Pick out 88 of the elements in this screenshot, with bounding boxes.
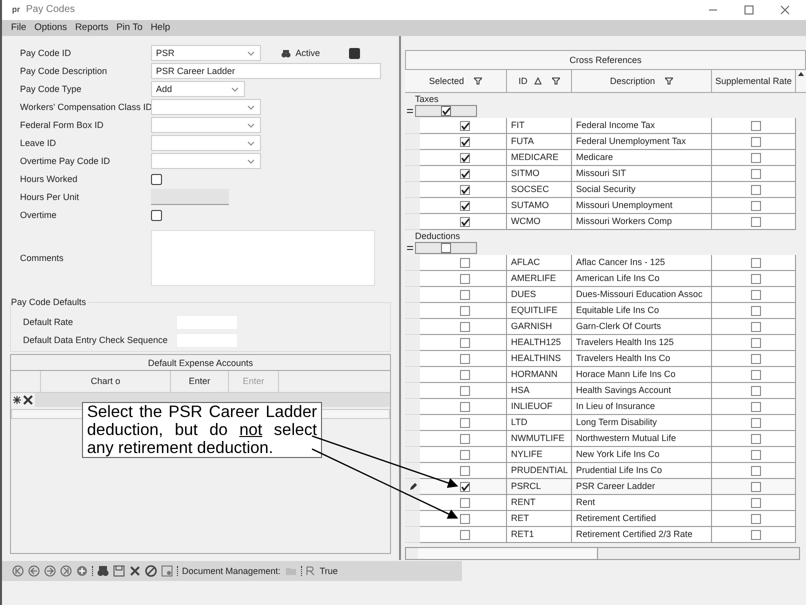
table-cell: Rent bbox=[572, 495, 712, 512]
table-cell: HORMANN bbox=[507, 367, 572, 384]
menu-item[interactable]: File bbox=[10, 22, 28, 34]
field-label: Overtime Pay Code ID bbox=[19, 156, 112, 166]
table-cell: Social Security bbox=[572, 182, 712, 198]
field-label: Hours Worked bbox=[19, 174, 78, 184]
table-cell: Prudential Life Ins Co bbox=[572, 463, 712, 480]
field-label: Pay Code Type bbox=[19, 84, 82, 94]
table-cell: RENT bbox=[507, 495, 572, 512]
table-cell: Retirement Certified 2/3 Rate bbox=[572, 527, 712, 544]
table-cell: GARNISH bbox=[507, 319, 572, 336]
field-label: Default Rate bbox=[22, 316, 74, 328]
table-cell: Equitable Life Ins Co bbox=[572, 303, 712, 320]
group-title: Taxes bbox=[415, 94, 439, 105]
field-label: Federal Form Box ID bbox=[19, 120, 105, 130]
column-header: ID bbox=[518, 76, 528, 86]
menu-item[interactable]: Reports bbox=[74, 22, 110, 34]
table-cell: WCMO bbox=[507, 214, 572, 230]
table-cell: Dues-Missouri Education Assoc bbox=[572, 287, 712, 304]
group-title: Deductions bbox=[415, 231, 460, 242]
table-cell: Long Term Disability bbox=[572, 415, 712, 432]
column-header: Supplemental Rate bbox=[715, 76, 792, 86]
table-cell: PSR Career Ladder bbox=[572, 479, 712, 496]
table-cell: MEDICARE bbox=[507, 150, 572, 166]
dropdown[interactable]: Add bbox=[151, 81, 245, 97]
menu-item[interactable]: Options bbox=[33, 22, 68, 34]
table-cell: NYLIFE bbox=[507, 447, 572, 464]
table-cell: American Life Ins Co bbox=[572, 271, 712, 288]
table-cell: SOCSEC bbox=[507, 182, 572, 198]
table-cell: RET1 bbox=[507, 527, 572, 544]
table-cell: FIT bbox=[507, 118, 572, 134]
table-cell: AFLAC bbox=[507, 255, 572, 272]
window-title: Pay Codes bbox=[26, 4, 75, 16]
table-cell: SUTAMO bbox=[507, 198, 572, 214]
status-text: True bbox=[320, 566, 338, 576]
table-cell: HEALTH125 bbox=[507, 335, 572, 352]
group-title: Pay Code Defaults bbox=[11, 297, 88, 308]
table-cell: FUTA bbox=[507, 134, 572, 150]
table-cell: Travelers Health Ins Co bbox=[572, 351, 712, 368]
field-label: Overtime bbox=[19, 210, 58, 220]
field-label: Pay Code ID bbox=[19, 48, 72, 58]
table-cell: RET bbox=[507, 511, 572, 528]
field-label: Leave ID bbox=[19, 138, 58, 148]
table-cell: LTD bbox=[507, 415, 572, 432]
field-label: Pay Code Description bbox=[19, 66, 108, 76]
document-label: Document Management: bbox=[182, 566, 281, 576]
app-logo: pr bbox=[12, 5, 20, 15]
table-cell: HSA bbox=[507, 383, 572, 400]
table-cell: Missouri SIT bbox=[572, 166, 712, 182]
field-label: Default Data Entry Check Sequence bbox=[22, 334, 169, 346]
table-cell: Garn-Clerk Of Courts bbox=[572, 319, 712, 336]
table-cell: Federal Unemployment Tax bbox=[572, 134, 712, 150]
grid-title: Default Expense Accounts bbox=[11, 355, 390, 371]
table-cell: NWMUTLIFE bbox=[507, 431, 572, 448]
table-cell: Aflac Cancer Ins - 125 bbox=[572, 255, 712, 272]
table-cell: AMERLIFE bbox=[507, 271, 572, 288]
menu-item[interactable]: Pin To bbox=[115, 22, 144, 34]
table-cell: Federal Income Tax bbox=[572, 118, 712, 134]
field-label: Hours Per Unit bbox=[19, 192, 80, 202]
table-cell: Retirement Certified bbox=[572, 511, 712, 528]
table-cell: PSRCL bbox=[507, 479, 572, 496]
table-cell: New York Life Ins Co bbox=[572, 447, 712, 464]
table-cell: In Lieu of Insurance bbox=[572, 399, 712, 416]
callout-text: Select the PSR Career Ladder deduction, but do not select any retirement deduction. bbox=[82, 402, 322, 458]
menu-item[interactable]: Help bbox=[150, 22, 172, 34]
table-cell: Missouri Unemployment bbox=[572, 198, 712, 214]
table-cell: INLIEUOF bbox=[507, 399, 572, 416]
table-cell: Medicare bbox=[572, 150, 712, 166]
column-header: Chart o bbox=[41, 371, 171, 392]
table-cell: Missouri Workers Comp bbox=[572, 214, 712, 230]
table-cell: Northwestern Mutual Life bbox=[572, 431, 712, 448]
table-cell: DUES bbox=[507, 287, 572, 304]
table-cell: Horace Mann Life Ins Co bbox=[572, 367, 712, 384]
grid-title: Cross References bbox=[405, 50, 806, 70]
table-cell: Health Savings Account bbox=[572, 383, 712, 400]
text-field[interactable]: PSR Career Ladder bbox=[151, 63, 381, 79]
column-header: Enter bbox=[171, 371, 229, 392]
table-cell: HEALTHINS bbox=[507, 351, 572, 368]
field-label: Active bbox=[296, 48, 320, 58]
column-header: Selected bbox=[428, 76, 464, 86]
column-header: Enter bbox=[229, 371, 279, 392]
table-cell: PRUDENTIAL bbox=[507, 463, 572, 480]
table-cell: SITMO bbox=[507, 166, 572, 182]
field-label: Comments bbox=[19, 252, 65, 264]
dropdown[interactable]: PSR bbox=[151, 45, 261, 61]
table-cell: Travelers Health Ins 125 bbox=[572, 335, 712, 352]
column-header: Description bbox=[610, 76, 656, 86]
table-cell: EQUITLIFE bbox=[507, 303, 572, 320]
